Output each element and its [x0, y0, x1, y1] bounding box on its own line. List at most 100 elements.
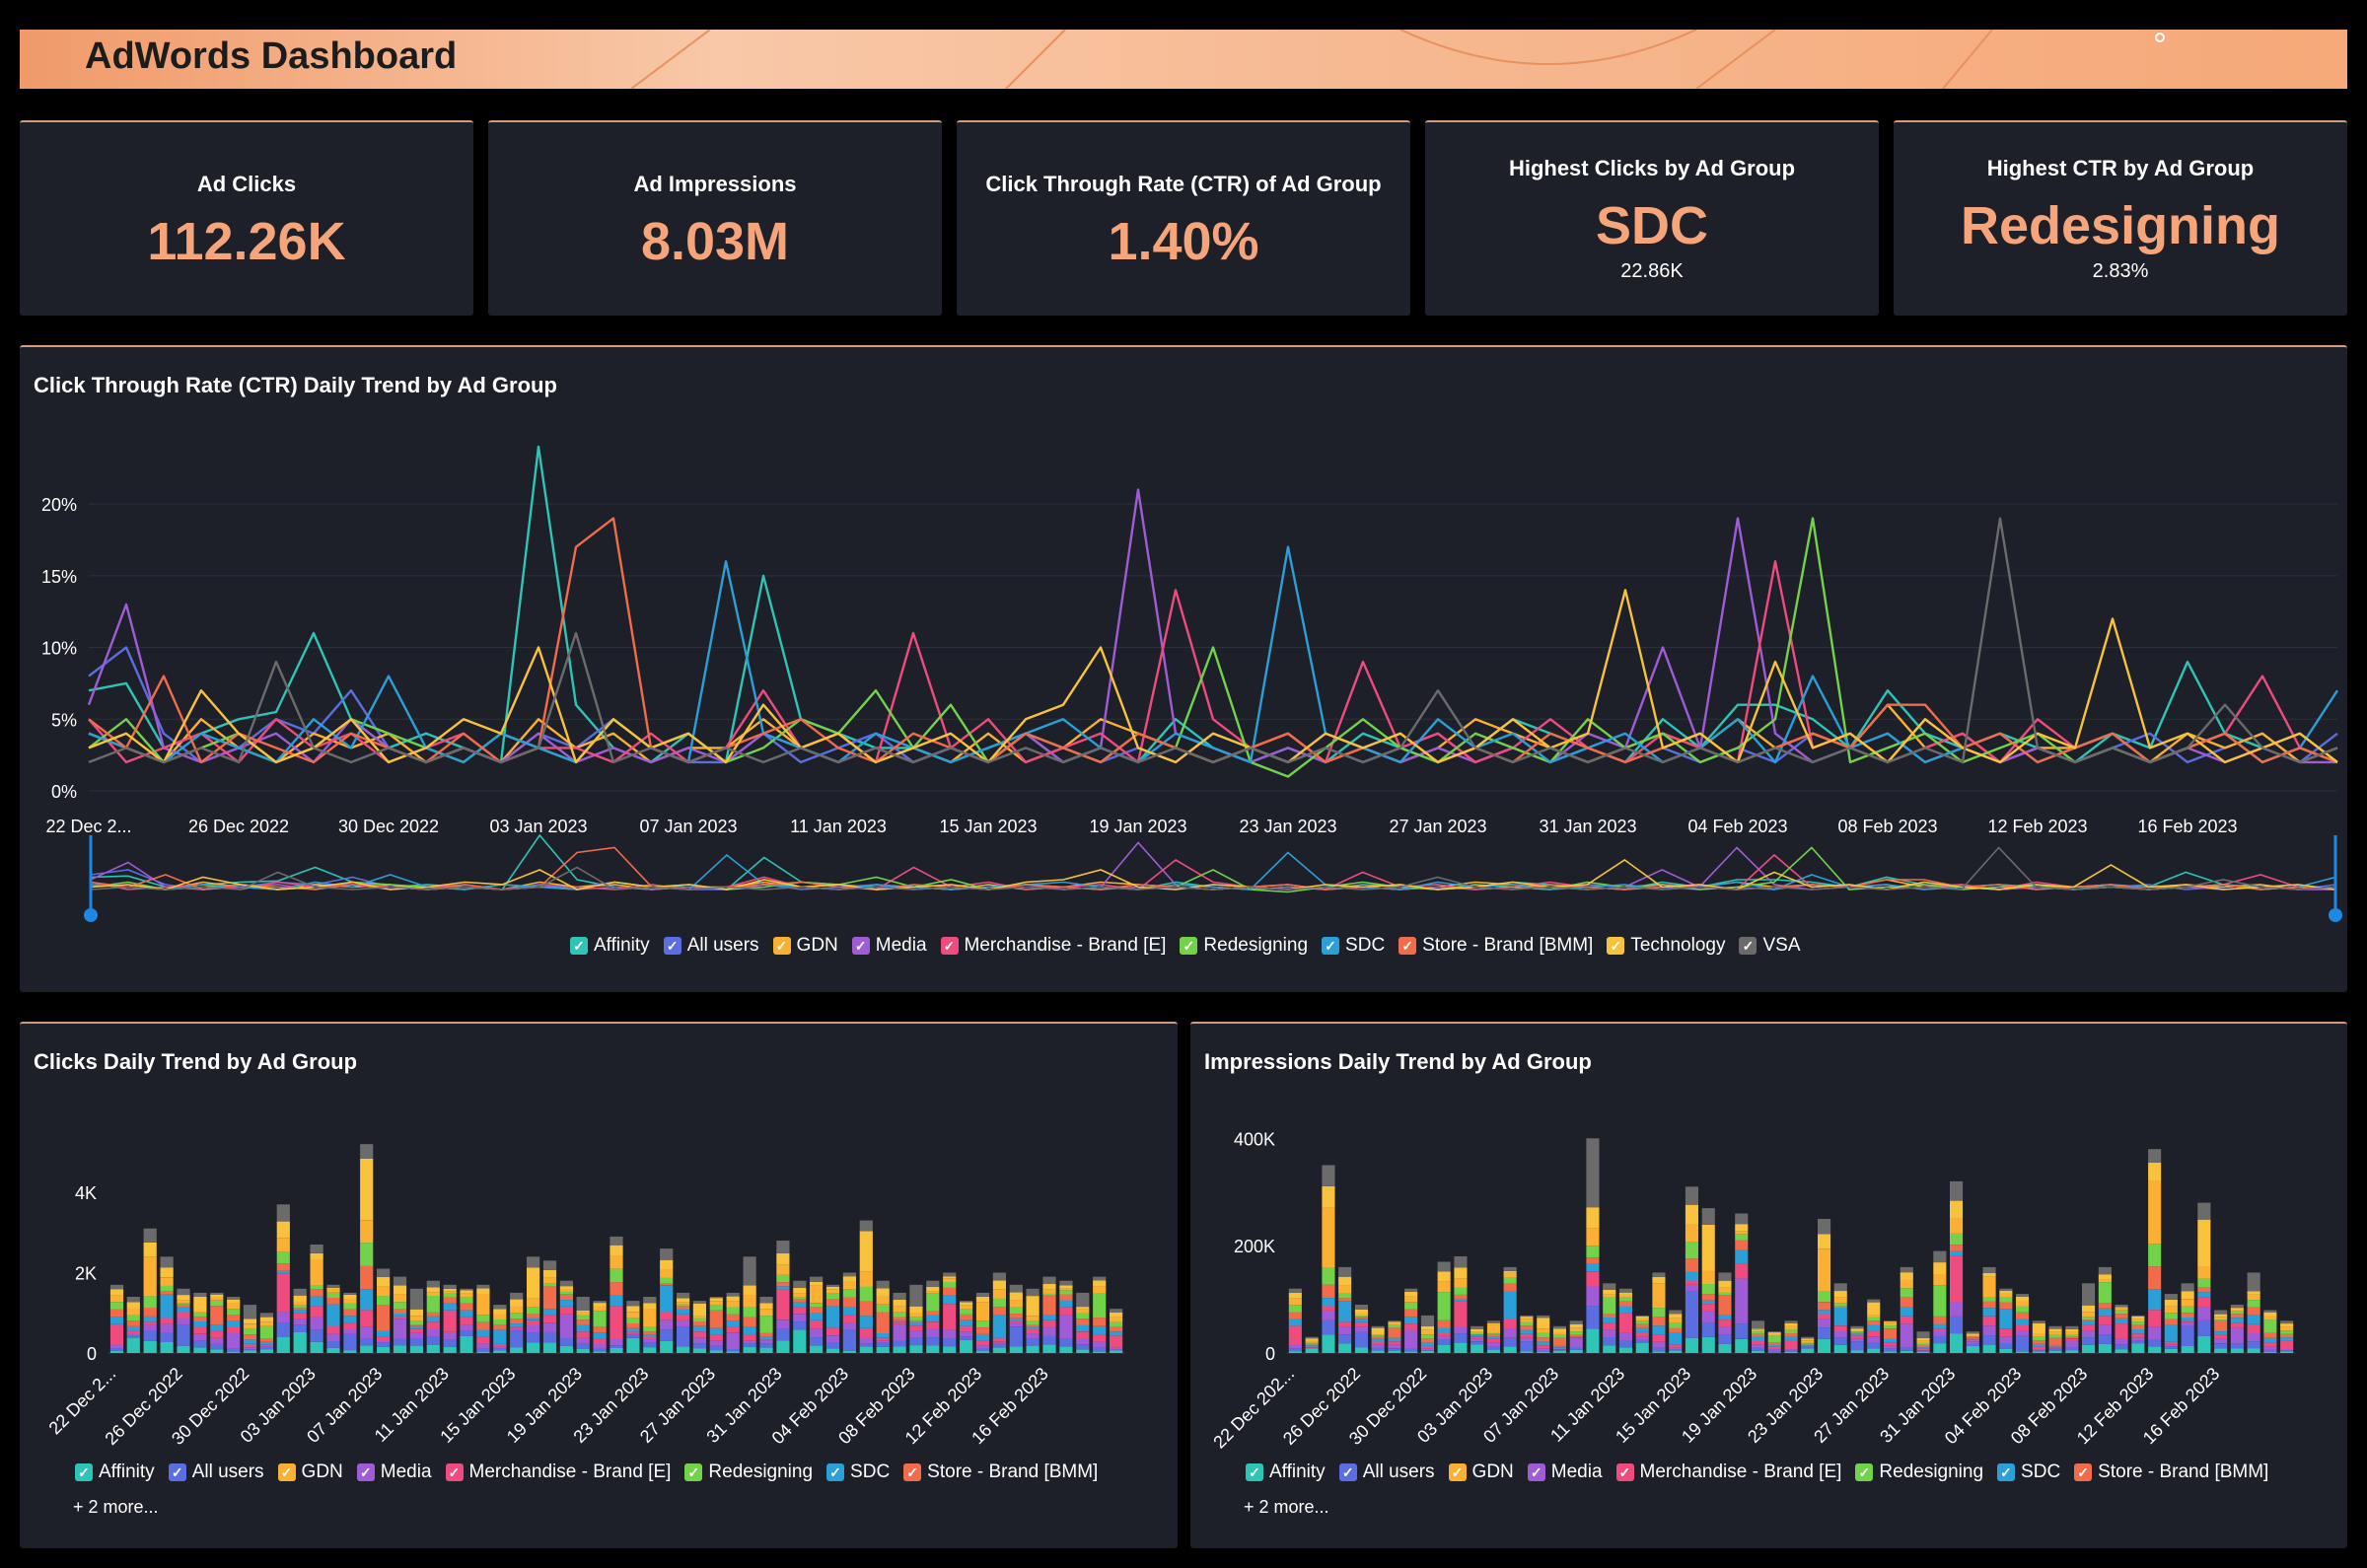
bar-segment-affinity — [1042, 1344, 1056, 1353]
legend-checkbox[interactable]: ✓ — [277, 1463, 296, 1481]
legend-item-all-users[interactable]: ✓ All users — [663, 935, 759, 957]
bar-segment-affinity — [2131, 1343, 2145, 1353]
legend-item-sdc[interactable]: ✓ SDC — [1322, 935, 1385, 957]
bar-segment-technology — [510, 1299, 524, 1307]
bar-segment-technology — [2082, 1305, 2096, 1313]
bar-segment-technology — [1933, 1262, 1947, 1274]
bar-segment-media — [343, 1328, 357, 1334]
legend-checkbox[interactable]: ✓ — [826, 1463, 845, 1481]
bar-segment-vsa — [876, 1280, 890, 1289]
legend-item-affinity[interactable]: ✓ Affinity — [570, 935, 650, 957]
legend-item-all-users[interactable]: ✓ All users — [1338, 1461, 1435, 1483]
legend-checkbox[interactable]: ✓ — [1180, 937, 1198, 955]
legend-checkbox[interactable]: ✓ — [356, 1463, 375, 1481]
legend-checkbox[interactable]: ✓ — [1338, 1463, 1357, 1481]
legend-item-technology[interactable]: ✓ Technology — [1607, 935, 1725, 957]
legend-checkbox[interactable]: ✓ — [1739, 937, 1757, 955]
legend-checkbox[interactable]: ✓ — [570, 937, 588, 955]
legend-checkbox[interactable]: ✓ — [1607, 937, 1625, 955]
bar-segment-media — [1603, 1329, 1616, 1338]
legend-checkbox[interactable]: ✓ — [445, 1463, 464, 1481]
ctr-line-chart[interactable]: 0% 5% 10% 15% 20% 22 Dec 2... 26 Dec 2022 30 De… — [20, 347, 2347, 994]
legend-more-link[interactable]: + 2 more... — [73, 1497, 159, 1518]
bar-segment-sdc — [1767, 1344, 1781, 1347]
legend-checkbox[interactable]: ✓ — [1322, 937, 1340, 955]
bar-segment-all-users — [243, 1349, 257, 1351]
bar-segment-store-brand-bmm — [493, 1324, 507, 1330]
legend-item-redesigning[interactable]: ✓ Redesigning — [684, 1461, 813, 1483]
bar-segment-vsa — [2263, 1310, 2277, 1313]
legend-checkbox[interactable]: ✓ — [851, 937, 870, 955]
legend-item-sdc[interactable]: ✓ SDC — [826, 1461, 890, 1483]
legend-checkbox[interactable]: ✓ — [1615, 1463, 1634, 1481]
bar-segment-gdn — [859, 1271, 873, 1287]
legend-checkbox[interactable]: ✓ — [1527, 1463, 1545, 1481]
legend-item-merchandise-brand-e[interactable]: ✓ Merchandise - Brand [E] — [940, 935, 1166, 957]
bar-segment-media — [310, 1317, 323, 1330]
legend-item-media[interactable]: ✓ Media — [1527, 1461, 1603, 1483]
bar-segment-merchandise-brand-e — [1552, 1347, 1566, 1350]
bar-segment-merchandise-brand-e — [1933, 1328, 1947, 1331]
bar-segment-affinity — [259, 1349, 273, 1353]
legend-item-redesigning[interactable]: ✓ Redesigning — [1180, 935, 1308, 957]
legend-checkbox[interactable]: ✓ — [1997, 1463, 2016, 1481]
legend-checkbox[interactable]: ✓ — [940, 937, 959, 955]
bar-segment-media — [126, 1333, 140, 1335]
bar-segment-all-users — [143, 1330, 157, 1341]
legend-item-vsa[interactable]: ✓ VSA — [1739, 935, 1801, 957]
bar-segment-technology — [926, 1286, 940, 1292]
legend-item-gdn[interactable]: ✓ GDN — [277, 1461, 343, 1483]
legend-checkbox[interactable]: ✓ — [168, 1463, 186, 1481]
legend-item-gdn[interactable]: ✓ GDN — [1448, 1461, 1514, 1483]
legend-item-store-brand-bmm[interactable]: ✓ Store - Brand [BMM] — [1399, 935, 1593, 957]
legend-item-gdn[interactable]: ✓ GDN — [772, 935, 838, 957]
legend-item-media[interactable]: ✓ Media — [356, 1461, 432, 1483]
legend-item-redesigning[interactable]: ✓ Redesigning — [1855, 1461, 1983, 1483]
legend-checkbox[interactable]: ✓ — [772, 937, 791, 955]
bar-segment-vsa — [992, 1272, 1006, 1281]
legend-checkbox[interactable]: ✓ — [1246, 1463, 1263, 1481]
bar-segment-technology — [1470, 1328, 1484, 1332]
bar-segment-affinity — [660, 1340, 674, 1353]
legend-checkbox[interactable]: ✓ — [75, 1463, 93, 1481]
bar-segment-affinity — [476, 1351, 490, 1353]
legend-more-link[interactable]: + 2 more... — [1244, 1497, 1329, 1518]
legend-item-affinity[interactable]: ✓ Affinity — [75, 1461, 155, 1483]
range-handle-left-knob[interactable] — [84, 908, 98, 922]
bar-segment-merchandise-brand-e — [160, 1318, 174, 1324]
bar-segment-redesigning — [709, 1305, 723, 1311]
bar-segment-gdn — [1933, 1274, 1947, 1286]
legend-checkbox[interactable]: ✓ — [2074, 1463, 2093, 1481]
bar-segment-vsa — [1618, 1288, 1632, 1293]
bar-segment-all-users — [2280, 1350, 2294, 1352]
legend-checkbox[interactable]: ✓ — [663, 937, 681, 955]
bar-segment-sdc — [510, 1323, 524, 1327]
legend-item-store-brand-bmm[interactable]: ✓ Store - Brand [BMM] — [903, 1461, 1098, 1483]
legend-item-merchandise-brand-e[interactable]: ✓ Merchandise - Brand [E] — [1615, 1461, 1841, 1483]
bar-segment-affinity — [1305, 1348, 1319, 1353]
legend-item-all-users[interactable]: ✓ All users — [168, 1461, 264, 1483]
legend-item-store-brand-bmm[interactable]: ✓ Store - Brand [BMM] — [2074, 1461, 2268, 1483]
series-line-vsa — [88, 517, 2338, 764]
legend-item-affinity[interactable]: ✓ Affinity — [1246, 1461, 1326, 1483]
bar-segment-affinity — [2263, 1352, 2277, 1353]
bar-segment-vsa — [1093, 1276, 1107, 1281]
bar-segment-technology — [377, 1276, 391, 1287]
legend-item-sdc[interactable]: ✓ SDC — [1997, 1461, 2060, 1483]
bar-segment-redesigning — [542, 1283, 557, 1287]
legend-checkbox[interactable]: ✓ — [903, 1463, 922, 1481]
legend-checkbox[interactable]: ✓ — [1448, 1463, 1467, 1481]
bar-segment-media — [1042, 1327, 1056, 1336]
range-handle-right-knob[interactable] — [2329, 908, 2342, 922]
bar-segment-vsa — [960, 1301, 973, 1303]
bar-segment-merchandise-brand-e — [542, 1315, 557, 1323]
legend-checkbox[interactable]: ✓ — [1855, 1463, 1874, 1481]
bar-segment-sdc — [610, 1295, 623, 1307]
legend-checkbox[interactable]: ✓ — [1399, 937, 1417, 955]
legend-item-media[interactable]: ✓ Media — [851, 935, 927, 957]
legend-checkbox[interactable]: ✓ — [684, 1463, 703, 1481]
bar-segment-gdn — [677, 1302, 690, 1305]
legend-item-merchandise-brand-e[interactable]: ✓ Merchandise - Brand [E] — [445, 1461, 671, 1483]
bar-segment-technology — [1752, 1328, 1765, 1330]
bar-segment-sdc — [1552, 1345, 1566, 1348]
